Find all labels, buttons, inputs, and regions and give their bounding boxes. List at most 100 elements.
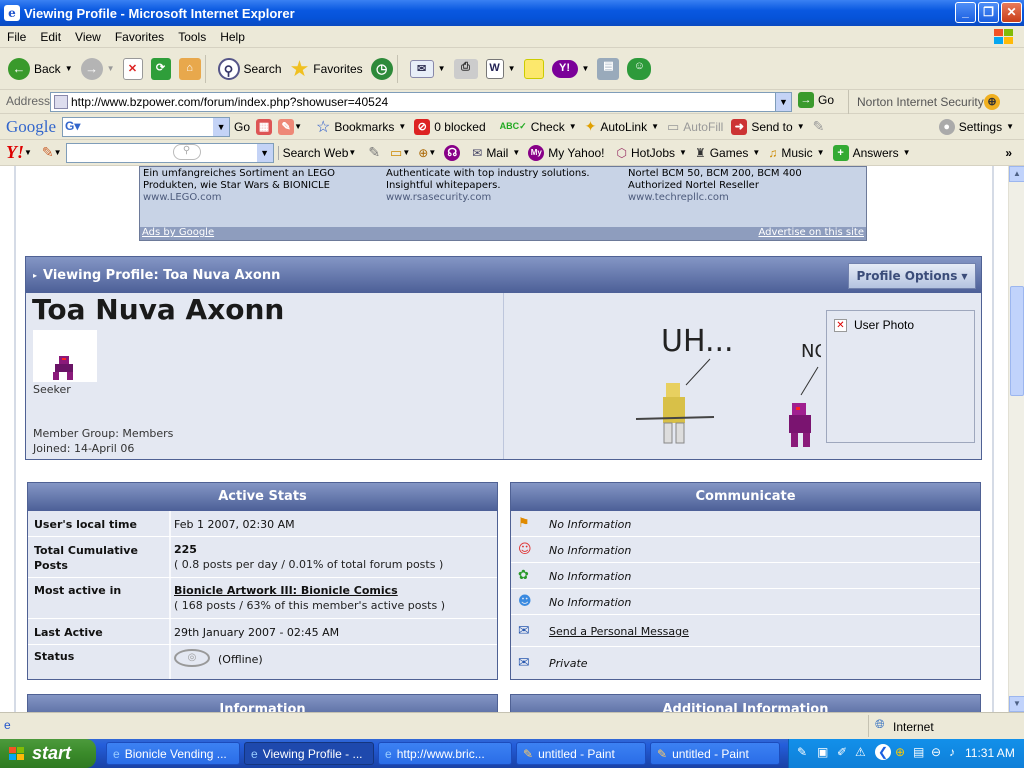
close-button[interactable]: ✕ xyxy=(1001,2,1022,23)
mail-button[interactable]: ✉ ▼ xyxy=(409,59,446,78)
internet-globe-icon: 🌐︎ xyxy=(875,717,885,731)
menu-view[interactable]: View xyxy=(68,30,108,44)
answers-button[interactable]: + Answers ▼ xyxy=(832,144,911,161)
my-yahoo-button[interactable]: My My Yahoo! xyxy=(528,144,605,161)
music-button[interactable]: ♫ Music ▼ xyxy=(768,146,824,160)
information-title: Information xyxy=(28,695,497,712)
tray-icon-window[interactable]: ▤ xyxy=(913,745,924,759)
bookmark-folder-icon[interactable]: ▭ xyxy=(390,145,402,161)
address-dropdown-icon[interactable]: ▼ xyxy=(775,93,791,111)
contact-row-msn: ☻ No Information xyxy=(511,589,980,615)
vertical-scrollbar[interactable]: ▲ ▼ xyxy=(1008,166,1024,712)
google-news-icon[interactable]: ✎ xyxy=(278,118,295,135)
ad-nortel[interactable]: Nortel BCM 50, BCM 200, BCM 400 Authoriz… xyxy=(628,168,802,204)
task-paint-1[interactable]: ✎ untitled - Paint xyxy=(516,742,646,765)
profile-options-button[interactable]: Profile Options ▼ xyxy=(848,263,976,289)
comic-speech-no: NO! xyxy=(801,341,821,362)
comic-speech-uh: UH... xyxy=(661,324,734,359)
menu-file[interactable]: File xyxy=(0,30,33,44)
refresh-button[interactable]: ⟳ xyxy=(150,57,171,80)
print-button[interactable]: ⎙ xyxy=(453,58,478,79)
menu-edit[interactable]: Edit xyxy=(33,30,68,44)
popup-blocker-button[interactable]: ⊘ 0 blocked xyxy=(414,118,486,135)
yahoo-mail-button[interactable]: ✉ Mail ▼ xyxy=(472,146,520,160)
tray-icon-tool[interactable]: ✎ xyxy=(797,745,807,759)
edit-button[interactable]: W ▼ xyxy=(485,58,516,79)
scroll-down-icon[interactable]: ▼ xyxy=(1009,696,1024,712)
games-button[interactable]: ♜ Games ▼ xyxy=(695,146,760,160)
dropdown-arrow-icon: ▼ xyxy=(961,271,968,281)
menu-help[interactable]: Help xyxy=(213,30,252,44)
go-button[interactable]: → Go xyxy=(798,92,834,108)
advertise-link[interactable]: Advertise on this site xyxy=(758,227,864,238)
tray-icon-norton[interactable]: ⊕ xyxy=(895,745,905,759)
settings-button[interactable]: ● Settings ▼ xyxy=(938,118,1014,135)
yahoo-messenger-icon[interactable]: ☊ xyxy=(444,144,461,161)
stat-row-local-time: User's local time Feb 1 2007, 02:30 AM xyxy=(28,511,497,537)
task-paint-2[interactable]: ✎ untitled - Paint xyxy=(650,742,780,765)
research-button[interactable]: ▤ xyxy=(597,57,620,80)
edit-icon[interactable]: ✎ xyxy=(368,144,380,161)
tray-icon-network[interactable]: ⚠ xyxy=(855,745,866,759)
yahoo-button[interactable]: Y! ▼ xyxy=(551,59,589,78)
tray-icon-volume[interactable]: ♪ xyxy=(949,745,955,759)
ie-task-icon: e xyxy=(113,746,120,761)
google-go-button[interactable]: Go xyxy=(234,120,250,134)
hotjobs-button[interactable]: ⬡ HotJobs ▼ xyxy=(617,146,687,160)
bookmarks-button[interactable]: ☆ Bookmarks ▼ xyxy=(316,117,406,137)
autofill-button[interactable]: ▭ AutoFill xyxy=(667,119,723,135)
start-button[interactable]: start xyxy=(0,739,96,768)
search-button[interactable]: ⚲ Search xyxy=(217,57,282,80)
home-button[interactable]: ⌂ xyxy=(178,57,201,80)
task-bricklink[interactable]: e http://www.bric... xyxy=(378,742,512,765)
forward-button[interactable]: → ▼ xyxy=(80,57,115,80)
task-bionicle-vending[interactable]: e Bionicle Vending ... xyxy=(106,742,240,765)
google-dropdown-icon[interactable]: ▼ xyxy=(213,117,230,136)
task-viewing-profile[interactable]: e Viewing Profile - ... xyxy=(244,742,374,765)
notes-button[interactable] xyxy=(523,58,544,79)
clock[interactable]: 11:31 AM xyxy=(965,746,1015,760)
pagerank-icon[interactable]: ▦ xyxy=(256,118,273,135)
collapse-arrow-icon[interactable]: ▸ xyxy=(33,271,37,280)
highlighter-icon[interactable]: ✎ xyxy=(813,118,825,135)
norton-icon[interactable]: ⊕ xyxy=(984,94,1000,110)
menu-favorites[interactable]: Favorites xyxy=(108,30,171,44)
address-input[interactable]: http://www.bzpower.com/forum/index.php?s… xyxy=(50,92,792,112)
spellcheck-button[interactable]: ABC✓ Check ▼ xyxy=(500,120,577,134)
stop-button[interactable]: ✕ xyxy=(122,57,143,80)
yahoo-search-input[interactable]: ⚲ ▼ xyxy=(65,142,274,163)
tray-icon-minus[interactable]: ⊖ xyxy=(931,745,941,759)
yahoo-logo[interactable]: Y! xyxy=(6,142,24,163)
ad-rsa[interactable]: Authenticate with top industry solutions… xyxy=(386,168,590,204)
tray-icon-monitor[interactable]: ▣ xyxy=(817,745,828,759)
favorites-button[interactable]: ★ Favorites xyxy=(290,56,363,82)
globe-icon[interactable]: ⊕ xyxy=(418,146,428,160)
contact-row-email: ✉ Private xyxy=(518,655,588,671)
google-ads-box: Ein umfangreiches Sortiment an LEGO Prod… xyxy=(139,166,867,241)
search-web-button[interactable]: Search Web xyxy=(277,145,348,160)
contact-row-pm: ✉ Send a Personal Message xyxy=(511,615,980,647)
history-button[interactable]: ◷ xyxy=(370,57,393,80)
yahoo-dropdown-icon[interactable]: ▼ xyxy=(256,143,273,162)
google-search-input[interactable]: G▾ ▼ xyxy=(62,116,231,137)
tray-icon-back[interactable]: ❮ xyxy=(875,744,891,760)
pencil-icon[interactable]: ✎ xyxy=(42,144,54,161)
back-button[interactable]: ← Back ▼ xyxy=(8,57,73,80)
scroll-up-icon[interactable]: ▲ xyxy=(1009,166,1024,182)
send-pm-link[interactable]: Send a Personal Message xyxy=(549,625,689,638)
scroll-thumb[interactable] xyxy=(1010,286,1024,396)
ad-lego[interactable]: Ein umfangreiches Sortiment an LEGO Prod… xyxy=(143,168,335,204)
sticky-note-icon xyxy=(523,58,544,79)
autolink-button[interactable]: ✦ AutoLink ▼ xyxy=(585,118,659,135)
menu-tools[interactable]: Tools xyxy=(171,30,213,44)
most-active-forum-link[interactable]: Bionicle Artwork III: Bionicle Comics xyxy=(174,584,398,597)
taskbar: start e Bionicle Vending ... e Viewing Pro… xyxy=(0,739,1024,768)
toolbar-overflow-icon[interactable]: » xyxy=(1005,146,1012,160)
member-joined: Joined: 14-April 06 xyxy=(33,442,135,455)
minimize-button[interactable]: _ xyxy=(955,2,976,23)
maximize-button[interactable]: ❐ xyxy=(978,2,999,23)
tray-icon-pen[interactable]: ✐ xyxy=(837,745,847,759)
sendto-button[interactable]: ➜ Send to ▼ xyxy=(731,118,805,135)
messenger-button[interactable]: ☺ xyxy=(627,57,652,80)
ads-by-google-link[interactable]: Ads by Google xyxy=(142,227,214,238)
